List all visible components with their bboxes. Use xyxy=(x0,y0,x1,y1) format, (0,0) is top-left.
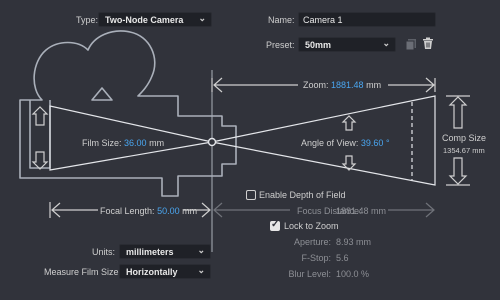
focal-length-unit: mm xyxy=(182,206,198,216)
zoom-unit: mm xyxy=(366,80,382,90)
fstop-value[interactable]: 5.6 xyxy=(336,253,349,263)
comp-arrow-up xyxy=(448,96,468,129)
depth-of-field-label: Enable Depth of Field xyxy=(259,190,346,200)
angle-of-view-label: Angle of View: xyxy=(301,138,359,148)
focus-arrow-left xyxy=(213,202,290,218)
focal-length-value[interactable]: 50.00 xyxy=(157,206,180,216)
node-point xyxy=(207,137,217,147)
angle-arrow-up xyxy=(341,115,357,131)
type-select-value: Two-Node Camera xyxy=(105,15,184,25)
comp-size-value: 1354.67 mm xyxy=(443,146,485,155)
focal-arrow-left xyxy=(51,202,98,218)
units-select-value: millimeters xyxy=(126,247,174,257)
film-size-readout: Film Size: 36.00 mm xyxy=(82,138,164,148)
preset-select-value: 50mm xyxy=(305,40,332,50)
chevron-down-icon: ⌄ xyxy=(197,245,205,255)
measure-film-size-select[interactable]: Horizontally ⌄ xyxy=(119,264,211,279)
name-input[interactable]: Camera 1 xyxy=(298,12,436,27)
angle-of-view-readout: Angle of View: 39.60 ° xyxy=(301,138,390,148)
depth-of-field-checkbox[interactable] xyxy=(246,190,256,200)
zoom-arrow-right xyxy=(388,77,435,93)
film-arrow-up xyxy=(31,106,49,126)
focal-length-label: Focal Length: xyxy=(100,206,155,216)
lock-to-zoom-checkbox[interactable] xyxy=(270,219,280,231)
focus-distance-value[interactable]: 1881.48 mm xyxy=(336,206,386,216)
film-gate-outline xyxy=(29,100,51,169)
chevron-down-icon: ⌄ xyxy=(198,13,206,23)
angle-of-view-value[interactable]: 39.60 xyxy=(361,138,384,148)
camera-body-outline xyxy=(19,30,237,197)
units-label: Units: xyxy=(92,247,116,257)
measure-film-size-value: Horizontally xyxy=(126,267,178,277)
aperture-value[interactable]: 8.93 mm xyxy=(336,237,371,247)
chevron-down-icon: ⌄ xyxy=(197,265,205,275)
film-size-unit: mm xyxy=(149,138,165,148)
preset-label: Preset: xyxy=(266,40,295,50)
zoom-label: Zoom: xyxy=(303,80,329,90)
focus-arrow-right xyxy=(388,202,435,218)
zoom-value[interactable]: 1881.48 xyxy=(331,80,364,90)
copy-preset-icon[interactable] xyxy=(405,38,417,51)
type-select[interactable]: Two-Node Camera ⌄ xyxy=(98,12,212,27)
aperture-label: Aperture: xyxy=(293,237,331,247)
fstop-label: F-Stop: xyxy=(301,253,331,263)
measure-film-size-label: Measure Film Size: xyxy=(44,267,122,277)
blur-level-value[interactable]: 100.0 % xyxy=(336,269,369,279)
zoom-arrow-left xyxy=(213,77,298,93)
type-label: Type: xyxy=(76,15,99,25)
preset-select[interactable]: 50mm ⌄ xyxy=(298,37,396,52)
zoom-readout: Zoom: 1881.48 mm xyxy=(303,80,381,90)
film-arrow-down xyxy=(31,151,49,170)
comp-size-label: Comp Size xyxy=(442,133,487,143)
comp-arrow-down xyxy=(448,157,468,185)
blur-level-label: Blur Level: xyxy=(288,269,331,279)
lock-to-zoom-label: Lock to Zoom xyxy=(284,221,339,231)
units-select[interactable]: millimeters ⌄ xyxy=(119,244,211,259)
film-size-label: Film Size: xyxy=(82,138,122,148)
angle-of-view-unit: ° xyxy=(385,138,390,148)
camera-triangle xyxy=(91,87,113,101)
name-label: Name: xyxy=(268,15,295,25)
film-size-value[interactable]: 36.00 xyxy=(124,138,147,148)
chevron-down-icon: ⌄ xyxy=(382,38,390,48)
trash-icon[interactable] xyxy=(422,37,434,50)
focal-length-readout: Focal Length: 50.00 mm xyxy=(100,206,197,216)
